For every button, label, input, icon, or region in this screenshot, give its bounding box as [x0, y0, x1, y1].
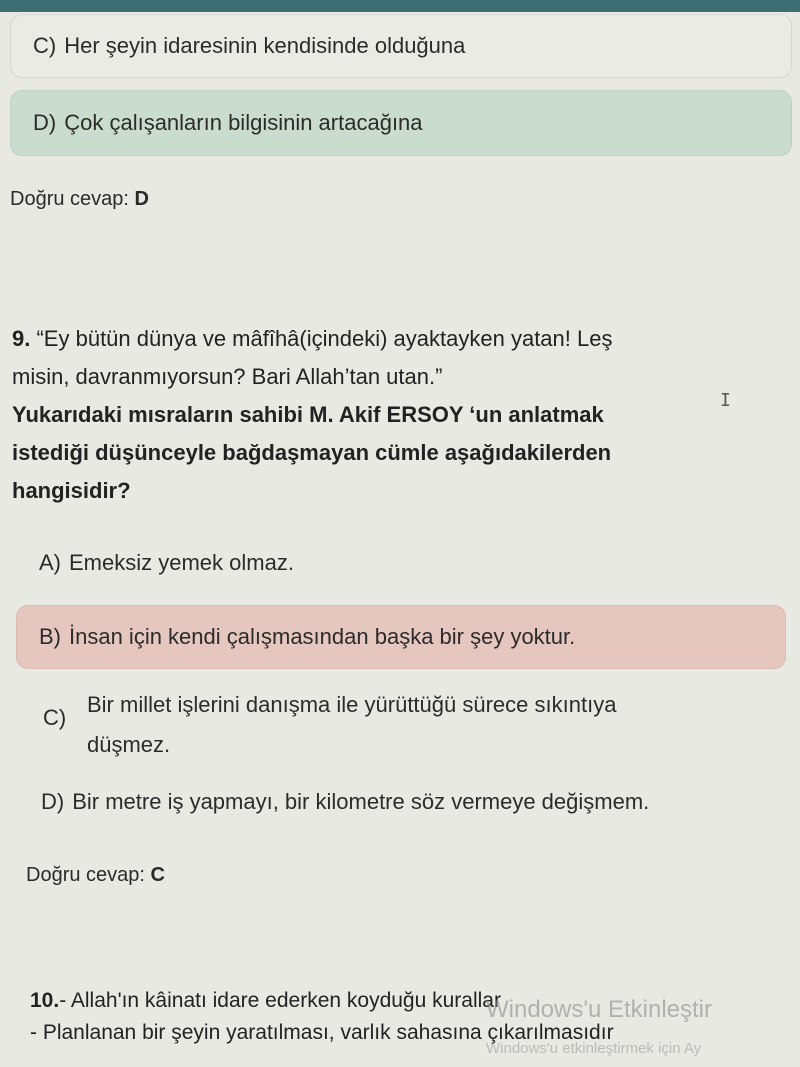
header-bar: [0, 0, 800, 12]
option-letter: B): [39, 624, 61, 649]
option-text: Her şeyin idaresinin kendisinde olduğuna: [64, 33, 466, 58]
option-text: Bir metre iş yapmayı, bir kilometre söz …: [72, 789, 650, 814]
option-letter: D): [33, 110, 57, 135]
option-letter: C): [43, 705, 67, 730]
option-d[interactable]: D) Bir metre iş yapmayı, bir kilometre s…: [18, 770, 794, 834]
answer-label: Doğru cevap:: [26, 864, 145, 886]
question-quote-line-2: misin, davranmıyorsun? Bari Allah’tan ut…: [12, 364, 443, 389]
activation-watermark-title: Windows'u Etkinleştir: [486, 996, 712, 1023]
option-text: İnsan için kendi çalışmasından başka bir…: [69, 624, 576, 649]
question-prompt-line-1: Yukarıdaki mısraların sahibi M. Akif ERS…: [12, 402, 604, 427]
option-a[interactable]: A) Emeksiz yemek olmaz.: [16, 530, 792, 596]
answer-value: D: [134, 188, 149, 210]
option-letter: A): [39, 550, 61, 575]
answer-value: C: [150, 864, 165, 886]
option-letter: C): [33, 33, 57, 58]
activation-watermark-subtitle: Windows'u etkinleştirmek için Ay: [486, 1040, 702, 1057]
question-number: 10.: [30, 989, 60, 1012]
question-prompt-line-2: istediği düşünceyle bağdaşmayan cümle aş…: [12, 440, 612, 465]
answer-label: Doğru cevap:: [10, 188, 129, 210]
prev-correct-answer: Doğru cevap: D: [10, 188, 149, 211]
option-letter: D): [41, 789, 65, 814]
text-cursor-icon: I: [720, 390, 731, 411]
question-quote-line-1: 9. “Ey bütün dünya ve mâfîhâ(içindeki) a…: [12, 326, 613, 351]
option-text: Bir millet işlerini danışma ile yürüttüğ…: [87, 692, 617, 757]
question-prompt-line-3: hangisidir?: [12, 478, 131, 503]
question-9-text: 9. “Ey bütün dünya ve mâfîhâ(içindeki) a…: [12, 320, 792, 510]
option-text: Çok çalışanların bilgisinin artacağına: [64, 110, 423, 135]
correct-answer: Doğru cevap: C: [26, 864, 165, 887]
question-number: 9.: [12, 326, 31, 351]
prev-option-d[interactable]: D) Çok çalışanların bilgisinin artacağın…: [10, 90, 792, 156]
option-text: Emeksiz yemek olmaz.: [69, 550, 294, 575]
option-b[interactable]: B) İnsan için kendi çalışmasından başka …: [16, 605, 786, 669]
prev-option-c[interactable]: C) Her şeyin idaresinin kendisinde olduğ…: [10, 14, 792, 78]
option-c[interactable]: C) Bir millet işlerini danışma ile yürüt…: [16, 676, 792, 768]
